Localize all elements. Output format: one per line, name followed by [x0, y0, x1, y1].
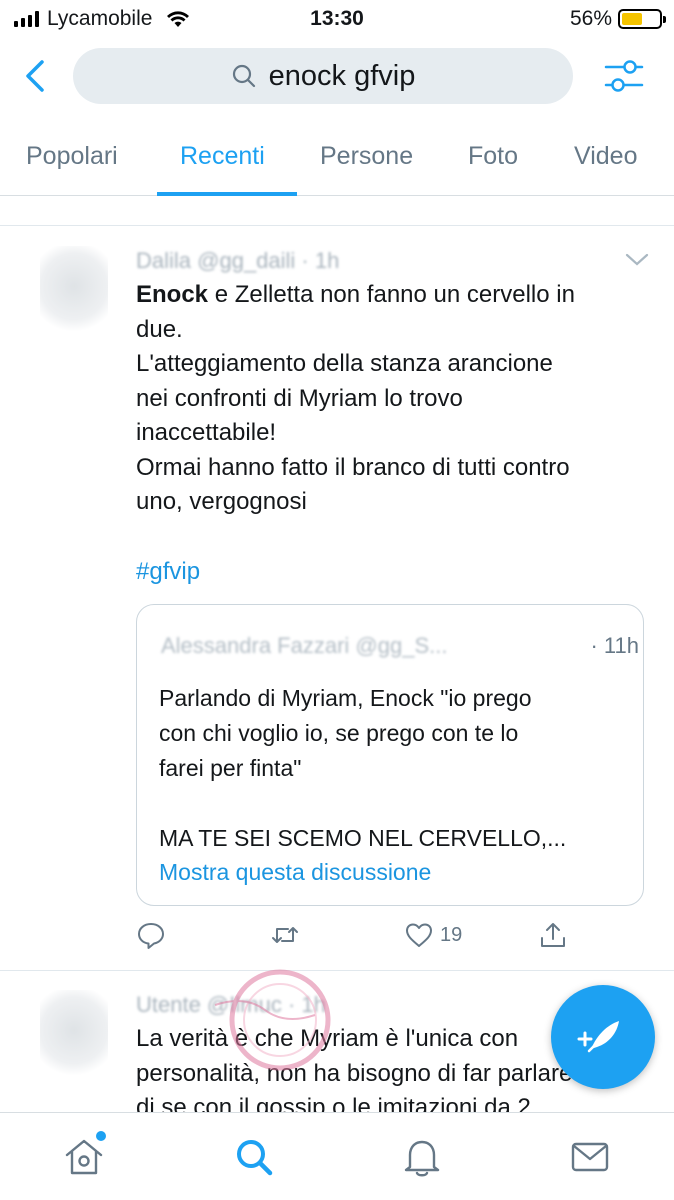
- section-gap: [0, 196, 674, 226]
- reply-icon: [138, 923, 164, 949]
- tweet-text-rest: e Zelletta non fanno un cervello in due.…: [136, 281, 575, 515]
- tab-foto[interactable]: Foto: [468, 142, 518, 171]
- search-header: enock gfvip: [0, 38, 674, 114]
- reply-button[interactable]: [136, 920, 166, 950]
- back-arrow-icon[interactable]: [22, 58, 48, 94]
- quoted-tweet[interactable]: Alessandra Fazzari @gg_S... · 11h Parlan…: [136, 604, 644, 906]
- explore-icon: [237, 1140, 273, 1176]
- tab-video[interactable]: Video: [574, 142, 638, 171]
- avatar[interactable]: [40, 246, 108, 336]
- filter-icon[interactable]: [604, 58, 644, 94]
- tab-messages[interactable]: [568, 1135, 612, 1179]
- tweet-author[interactable]: Dalila @gg_daili · 1h: [136, 248, 339, 274]
- home-notification-dot: [96, 1131, 106, 1141]
- compose-icon: [577, 1021, 619, 1053]
- retweet-icon: [272, 927, 298, 943]
- tab-home[interactable]: [62, 1131, 106, 1179]
- share-button[interactable]: [538, 920, 568, 950]
- tab-popolari[interactable]: Popolari: [26, 142, 118, 171]
- quoted-tweet-text: Parlando di Myriam, Enock "io prego con …: [159, 685, 567, 851]
- search-icon: [232, 64, 255, 88]
- battery-icon: [618, 9, 666, 29]
- quoted-tweet-author: Alessandra Fazzari @gg_S...: [161, 633, 448, 658]
- compose-button[interactable]: [551, 985, 655, 1089]
- tab-notifications[interactable]: [400, 1135, 444, 1179]
- search-tabs: Popolari Recenti Persone Foto Video: [0, 124, 674, 196]
- notifications-icon: [404, 1140, 440, 1177]
- like-button[interactable]: 19: [404, 920, 462, 950]
- search-query: enock gfvip: [268, 59, 416, 92]
- tab-recenti[interactable]: Recenti: [180, 142, 265, 171]
- messages-icon: [571, 1142, 609, 1172]
- tweet-actions: 19: [136, 920, 576, 956]
- watermark-logo: [214, 969, 331, 1071]
- hashtag-link[interactable]: #gfvip: [136, 558, 200, 586]
- tab-persone[interactable]: Persone: [320, 142, 413, 171]
- like-count: 19: [440, 923, 463, 946]
- bottom-tab-bar: [0, 1112, 674, 1200]
- status-bar: Lycamobile 13:30 56%: [0, 0, 674, 38]
- retweet-button[interactable]: [270, 920, 300, 950]
- search-input[interactable]: enock gfvip: [73, 48, 573, 104]
- chevron-down-icon[interactable]: [624, 252, 650, 268]
- share-icon: [541, 923, 565, 947]
- tweet-text: Enock e Zelletta non fanno un cervello i…: [136, 278, 656, 520]
- avatar[interactable]: [40, 990, 108, 1080]
- tab-explore[interactable]: [232, 1135, 276, 1179]
- quoted-tweet-time: · 11h: [590, 633, 639, 658]
- battery-percent: 56%: [569, 7, 612, 30]
- home-icon: [65, 1139, 103, 1175]
- show-thread-link[interactable]: Mostra questa discussione: [159, 859, 431, 886]
- tweet-text-bold: Enock: [136, 281, 209, 308]
- heart-icon: [406, 923, 432, 947]
